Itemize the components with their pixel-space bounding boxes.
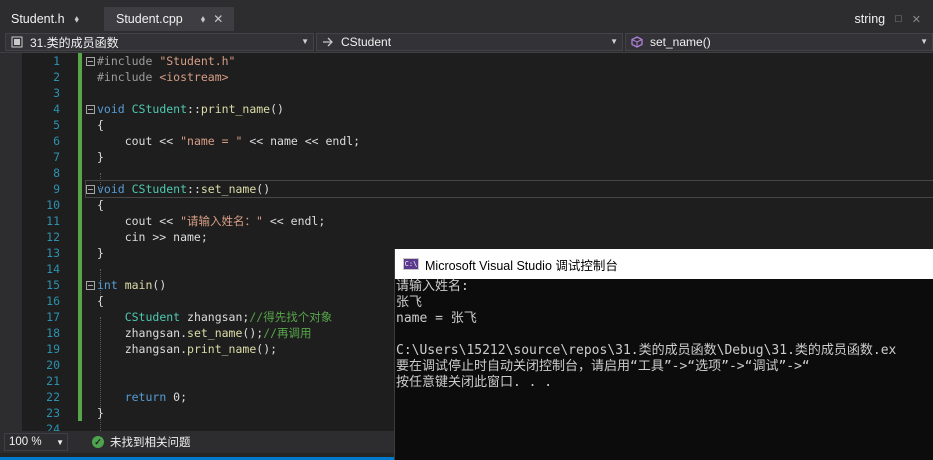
close-icon[interactable]: ✕ bbox=[213, 12, 223, 26]
console-line: name = 张飞 bbox=[396, 311, 477, 326]
method-icon bbox=[630, 35, 644, 49]
chevron-down-icon: ▼ bbox=[920, 37, 928, 46]
line-number: 5 bbox=[53, 118, 60, 132]
code-line: { bbox=[97, 198, 104, 212]
collapse-icon[interactable] bbox=[86, 281, 95, 290]
tab-label: Student.cpp bbox=[116, 12, 183, 26]
console-line: 要在调试停止时自动关闭控制台，请启用“工具”->“选项”->“调试”->“ bbox=[396, 359, 810, 374]
console-title-bar[interactable]: C:\ Microsoft Visual Studio 调试控制台 bbox=[395, 249, 933, 279]
tab-label: Student.h bbox=[11, 12, 65, 26]
change-tracking-bar bbox=[78, 53, 82, 421]
line-number: 16 bbox=[46, 294, 60, 308]
line-number: 15 bbox=[46, 278, 60, 292]
console-output: 请输入姓名: 张飞 name = 张飞 C:\Users\15212\sourc… bbox=[395, 279, 933, 391]
code-line: } bbox=[97, 150, 104, 164]
code-line: cin >> name; bbox=[97, 230, 208, 244]
string-dropdown[interactable]: string bbox=[855, 12, 886, 26]
project-icon bbox=[10, 35, 24, 49]
line-number: 1 bbox=[53, 54, 60, 68]
line-number: 7 bbox=[53, 150, 60, 164]
chevron-down-icon: ▼ bbox=[301, 37, 309, 46]
scope-label: CStudent bbox=[341, 35, 392, 49]
line-number: 4 bbox=[53, 102, 60, 116]
tab-student-h[interactable]: Student.h ⬧ bbox=[0, 7, 100, 31]
code-line: #include "Student.h" bbox=[86, 53, 933, 69]
line-number: 23 bbox=[46, 406, 60, 420]
tab-overflow-area: string □ ✕ bbox=[855, 12, 921, 26]
debug-console-window[interactable]: C:\ Microsoft Visual Studio 调试控制台 请输入姓名:… bbox=[394, 249, 933, 460]
pin-icon[interactable]: ⬧ bbox=[201, 14, 206, 25]
pin-icon[interactable]: □ bbox=[895, 13, 902, 25]
scope-dropdown[interactable]: CStudent ▼ bbox=[316, 33, 623, 51]
console-line: 张飞 bbox=[396, 295, 423, 310]
arrow-right-icon bbox=[321, 35, 335, 49]
current-code-line: void CStudent::set_name() bbox=[85, 180, 933, 198]
issues-label: 未找到相关问题 bbox=[110, 437, 191, 449]
check-circle-icon: ✓ bbox=[92, 436, 104, 448]
issues-indicator[interactable]: ✓ 未找到相关问题 bbox=[92, 434, 191, 450]
line-number: 6 bbox=[53, 134, 60, 148]
line-number: 18 bbox=[46, 326, 60, 340]
console-line: 按任意键关闭此窗口. . . bbox=[396, 375, 553, 390]
code-line: { bbox=[97, 118, 104, 132]
line-number: 2 bbox=[53, 70, 60, 84]
line-number-gutter: 1 2 3 4 5 6 7 8 9 10 11 12 13 14 15 16 1… bbox=[22, 53, 62, 431]
line-number: 19 bbox=[46, 342, 60, 356]
editor-margin bbox=[0, 53, 22, 431]
line-number: 21 bbox=[46, 374, 60, 388]
collapse-icon[interactable] bbox=[86, 105, 95, 114]
line-number: 11 bbox=[46, 214, 60, 228]
line-number: 9 bbox=[53, 182, 60, 196]
line-number: 12 bbox=[46, 230, 60, 244]
member-label: set_name() bbox=[650, 35, 711, 49]
document-tab-bar: Student.h ⬧ Student.cpp ⬧ ✕ string □ ✕ bbox=[0, 0, 933, 31]
navigation-bar: 31.类的成员函数 ▼ CStudent ▼ set_name() ▼ bbox=[0, 31, 933, 53]
project-label: 31.类的成员函数 bbox=[30, 35, 119, 50]
console-line: 请输入姓名: bbox=[396, 279, 469, 294]
collapse-icon[interactable] bbox=[86, 185, 95, 194]
project-dropdown[interactable]: 31.类的成员函数 ▼ bbox=[5, 33, 314, 51]
console-line: C:\Users\15212\source\repos\31.类的成员函数\De… bbox=[396, 343, 897, 358]
line-number: 17 bbox=[46, 310, 60, 324]
line-number: 14 bbox=[46, 262, 60, 276]
zoom-level: 100 % bbox=[9, 436, 42, 448]
console-title: Microsoft Visual Studio 调试控制台 bbox=[425, 258, 618, 273]
line-number: 10 bbox=[46, 198, 60, 212]
code-line: cout << "name = " << name << endl; bbox=[97, 134, 361, 148]
console-app-icon: C:\ bbox=[403, 258, 419, 270]
line-number: 22 bbox=[46, 390, 60, 404]
chevron-down-icon: ▼ bbox=[610, 37, 618, 46]
member-dropdown[interactable]: set_name() ▼ bbox=[625, 33, 933, 51]
code-line: void CStudent::print_name() bbox=[86, 101, 933, 117]
line-number: 20 bbox=[46, 358, 60, 372]
chevron-down-icon: ▼ bbox=[56, 437, 64, 447]
code-line: #include <iostream> bbox=[97, 70, 229, 84]
tab-student-cpp[interactable]: Student.cpp ⬧ ✕ bbox=[104, 7, 234, 31]
line-number: 13 bbox=[46, 246, 60, 260]
zoom-dropdown[interactable]: 100 % ▼ bbox=[4, 433, 68, 451]
code-line: cout << "请输入姓名：" << endl; bbox=[97, 214, 326, 228]
line-number: 8 bbox=[53, 166, 60, 180]
line-number: 3 bbox=[53, 86, 60, 100]
pin-icon[interactable]: ⬧ bbox=[75, 14, 80, 25]
line-number: 24 bbox=[46, 422, 60, 431]
collapse-icon[interactable] bbox=[86, 57, 95, 66]
close-icon[interactable]: ✕ bbox=[912, 13, 921, 26]
